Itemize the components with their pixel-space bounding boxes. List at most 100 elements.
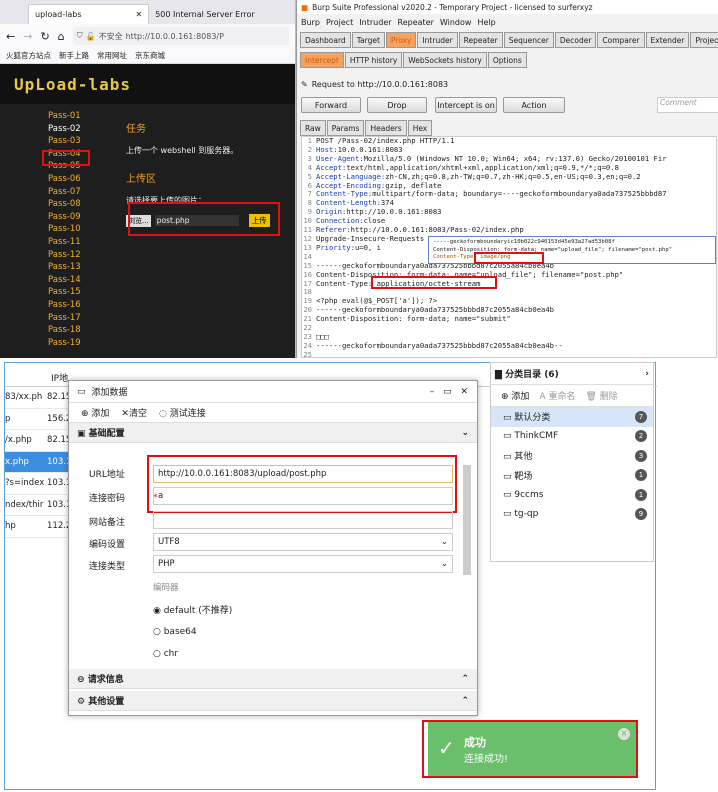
pass-link[interactable]: Pass-12: [40, 249, 100, 262]
view-tab[interactable]: Params: [326, 120, 365, 136]
proxy-subtab[interactable]: WebSockets history: [403, 52, 487, 68]
list-item[interactable]: x.php 103.1: [5, 451, 77, 473]
address-bar[interactable]: ⛉ 🔓 不安全 http://10.0.0.161:8083/P: [72, 27, 289, 45]
back-icon[interactable]: ←: [6, 30, 15, 43]
bookmark[interactable]: 火狐官方站点: [6, 50, 51, 61]
view-tab[interactable]: Raw: [300, 120, 326, 136]
menu-item[interactable]: Repeater: [398, 18, 434, 27]
pass-link[interactable]: Pass-10: [40, 223, 100, 236]
scrollbar[interactable]: [463, 465, 471, 575]
pass-link[interactable]: Pass-11: [40, 236, 100, 249]
list-item[interactable]: /x.php 82.15: [5, 430, 77, 452]
category-name: 默认分类: [514, 413, 551, 424]
folder-icon: ▭: [503, 452, 515, 463]
forward-icon[interactable]: →: [23, 30, 32, 43]
burp-tab[interactable]: Proxy: [385, 32, 417, 48]
drop-button[interactable]: Drop: [367, 97, 427, 113]
delete-button[interactable]: 🗑 删除: [585, 389, 617, 402]
type-select[interactable]: PHP ⌄: [153, 555, 453, 573]
encoder-option[interactable]: ◉ default (不推荐): [153, 603, 232, 616]
pass-link[interactable]: Pass-14: [40, 274, 100, 287]
burp-tab[interactable]: Extender: [645, 32, 690, 48]
tab-500-error[interactable]: 500 Internal Server Error: [149, 4, 260, 24]
bookmark[interactable]: 京东商城: [135, 50, 165, 61]
highlight-box: [371, 276, 497, 289]
burp-tab[interactable]: Target: [351, 32, 385, 48]
encoding-select[interactable]: UTF8 ⌄: [153, 533, 453, 551]
list-item[interactable]: hp 112.2: [5, 516, 77, 538]
shell-url: /x.php: [5, 435, 32, 446]
rename-button[interactable]: A 重命名: [539, 389, 575, 402]
lock-warning-icon: 🔓: [85, 31, 96, 41]
reload-icon[interactable]: ↻: [40, 30, 49, 43]
note-input[interactable]: [153, 511, 453, 529]
menu-item[interactable]: Window: [440, 18, 472, 27]
menu-item[interactable]: Intruder: [359, 18, 391, 27]
pass-link[interactable]: Pass-17: [40, 312, 100, 325]
clear-button[interactable]: ✕清空: [121, 406, 147, 419]
pass-link[interactable]: Pass-13: [40, 261, 100, 274]
proxy-subtab[interactable]: HTTP history: [344, 52, 403, 68]
tab-upload-labs[interactable]: upload-labs ✕: [28, 4, 150, 24]
home-icon[interactable]: ⌂: [58, 30, 65, 43]
add-button[interactable]: ⊕ 添加: [81, 406, 109, 419]
bookmark[interactable]: 常用网址: [97, 50, 127, 61]
shell-url: p: [5, 413, 11, 424]
proxy-subtab[interactable]: Intercept: [300, 52, 344, 68]
pass-link[interactable]: Pass-19: [40, 337, 100, 350]
request-info-section[interactable]: ⊖ 请求信息 ⌃: [69, 669, 477, 689]
burp-tab[interactable]: Decoder: [554, 32, 597, 48]
shell-url: x.php: [5, 456, 29, 467]
list-item[interactable]: 83/xx.ph 82.15: [5, 387, 77, 409]
window-controls[interactable]: – ▭ ✕: [430, 387, 471, 397]
other-settings-section[interactable]: ⚙ 其他设置 ⌃: [69, 691, 477, 711]
test-connection-button[interactable]: ◌ 测试连接: [159, 406, 206, 419]
chevron-right-icon[interactable]: ›: [645, 369, 649, 379]
list-item[interactable]: ?s=index 103.1: [5, 473, 77, 495]
pass-link[interactable]: Pass-01: [40, 110, 100, 123]
burp-tab[interactable]: Repeater: [458, 32, 503, 48]
forward-button[interactable]: Forward: [301, 97, 361, 113]
burp-tab[interactable]: Intruder: [417, 32, 458, 48]
list-item[interactable]: p 156.2: [5, 409, 77, 430]
action-button[interactable]: Action: [503, 97, 565, 113]
pass-link[interactable]: Pass-07: [40, 186, 100, 199]
pass-link[interactable]: Pass-08: [40, 198, 100, 211]
category-item[interactable]: ▭ 靶场 1: [491, 466, 653, 486]
pass-link[interactable]: Pass-18: [40, 324, 100, 337]
basic-config-section[interactable]: ▣ 基础配置 ⌄: [69, 423, 477, 443]
encoder-option[interactable]: ○ base64: [153, 627, 197, 637]
pass-link[interactable]: Pass-16: [40, 299, 100, 312]
menu-item[interactable]: Project: [326, 18, 353, 27]
encoder-option[interactable]: ○ chr: [153, 649, 178, 659]
pass-link[interactable]: Pass-02: [40, 123, 100, 136]
add-category-button[interactable]: ⊕ 添加: [501, 389, 529, 402]
pass-link[interactable]: Pass-15: [40, 286, 100, 299]
category-item[interactable]: ▭ 其他 3: [491, 446, 653, 466]
category-item[interactable]: ▭ 默认分类 7: [491, 407, 653, 427]
list-item[interactable]: ndex/thir 103.1: [5, 495, 77, 516]
pass-link[interactable]: Pass-06: [40, 173, 100, 186]
pass-link[interactable]: Pass-09: [40, 211, 100, 224]
burp-tab[interactable]: Sequencer: [503, 32, 554, 48]
line-value: u=0, i: [354, 242, 381, 252]
menu-item[interactable]: Help: [477, 18, 495, 27]
burp-tab[interactable]: Dashboard: [300, 32, 351, 48]
proxy-subtab[interactable]: Options: [487, 52, 527, 68]
menu-item[interactable]: Burp: [301, 18, 320, 27]
burp-tab[interactable]: Comparer: [597, 32, 645, 48]
site-logo: UpLoad-labs: [0, 64, 295, 104]
view-tab[interactable]: Hex: [407, 120, 433, 136]
category-item[interactable]: ▭ ThinkCMF 2: [491, 427, 653, 447]
bookmark[interactable]: 新手上路: [59, 50, 89, 61]
shell-url: 83/xx.ph: [5, 392, 43, 403]
pass-link[interactable]: Pass-03: [40, 135, 100, 148]
comment-field[interactable]: Comment: [657, 97, 718, 113]
upload-title: 上传区: [126, 174, 156, 185]
category-item[interactable]: ▭ tg-qp 9: [491, 505, 653, 525]
close-icon[interactable]: ✕: [136, 10, 143, 19]
burp-tab[interactable]: Project opti: [690, 32, 718, 48]
intercept-toggle[interactable]: Intercept is on: [435, 97, 497, 113]
category-item[interactable]: ▭ 9ccms 1: [491, 485, 653, 505]
view-tab[interactable]: Headers: [365, 120, 407, 136]
